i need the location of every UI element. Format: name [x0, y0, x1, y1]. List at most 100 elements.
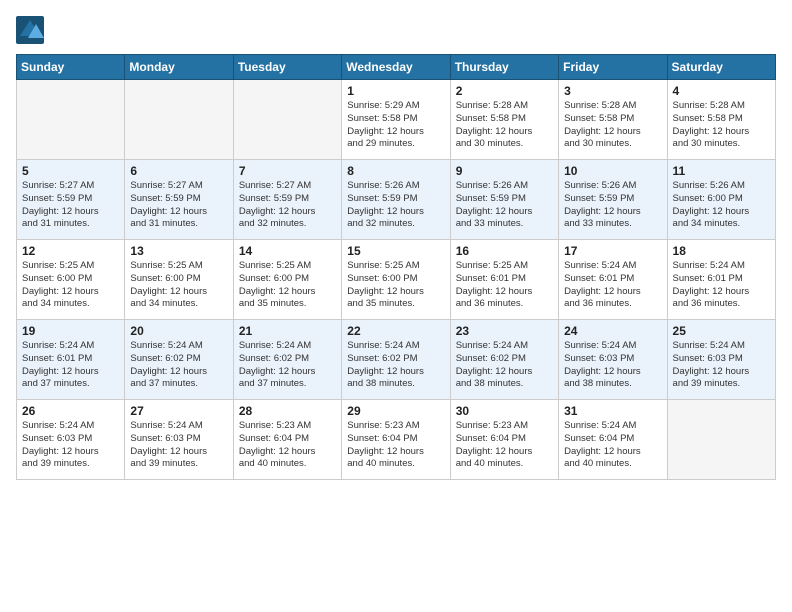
day-info: Sunrise: 5:24 AM Sunset: 6:01 PM Dayligh… — [564, 260, 661, 311]
day-info: Sunrise: 5:25 AM Sunset: 6:00 PM Dayligh… — [239, 260, 336, 311]
day-info: Sunrise: 5:24 AM Sunset: 6:03 PM Dayligh… — [130, 420, 227, 471]
calendar-cell: 30 Sunrise: 5:23 AM Sunset: 6:04 PM Dayli… — [450, 400, 558, 480]
day-info: Sunrise: 5:24 AM Sunset: 6:02 PM Dayligh… — [130, 340, 227, 391]
day-number: 15 — [347, 244, 444, 258]
weekday-header-tuesday: Tuesday — [233, 55, 341, 80]
calendar-cell: 23 Sunrise: 5:24 AM Sunset: 6:02 PM Dayli… — [450, 320, 558, 400]
day-number: 5 — [22, 164, 119, 178]
day-info: Sunrise: 5:26 AM Sunset: 5:59 PM Dayligh… — [456, 180, 553, 231]
calendar-cell: 24Sunrise: 5:24 AM Sunset: 6:03 PM Dayli… — [559, 320, 667, 400]
day-info: Sunrise: 5:23 AM Sunset: 6:04 PM Dayligh… — [347, 420, 444, 471]
day-info: Sunrise: 5:23 AM Sunset: 6:04 PM Dayligh… — [456, 420, 553, 471]
day-number: 19 — [22, 324, 119, 338]
day-number: 4 — [673, 84, 770, 98]
day-info: Sunrise: 5:24 AM Sunset: 6:02 PM Dayligh… — [456, 340, 553, 391]
day-number: 28 — [239, 404, 336, 418]
calendar-cell: 28 Sunrise: 5:23 AM Sunset: 6:04 PM Dayli… — [233, 400, 341, 480]
calendar-cell — [667, 400, 775, 480]
week-row-4: 19 Sunrise: 5:24 AM Sunset: 6:01 PM Dayli… — [17, 320, 776, 400]
calendar-cell: 17 Sunrise: 5:24 AM Sunset: 6:01 PM Dayli… — [559, 240, 667, 320]
week-row-3: 12Sunrise: 5:25 AM Sunset: 6:00 PM Dayli… — [17, 240, 776, 320]
calendar-cell: 13 Sunrise: 5:25 AM Sunset: 6:00 PM Dayli… — [125, 240, 233, 320]
logo-icon — [16, 16, 44, 44]
calendar-cell: 18Sunrise: 5:24 AM Sunset: 6:01 PM Dayli… — [667, 240, 775, 320]
calendar-table: SundayMondayTuesdayWednesdayThursdayFrid… — [16, 54, 776, 480]
calendar-cell: 1 Sunrise: 5:29 AM Sunset: 5:58 PM Daylig… — [342, 80, 450, 160]
day-info: Sunrise: 5:24 AM Sunset: 6:01 PM Dayligh… — [22, 340, 119, 391]
calendar-cell: 7 Sunrise: 5:27 AM Sunset: 5:59 PM Daylig… — [233, 160, 341, 240]
calendar-cell: 19 Sunrise: 5:24 AM Sunset: 6:01 PM Dayli… — [17, 320, 125, 400]
day-info: Sunrise: 5:23 AM Sunset: 6:04 PM Dayligh… — [239, 420, 336, 471]
weekday-header-thursday: Thursday — [450, 55, 558, 80]
day-number: 14 — [239, 244, 336, 258]
day-number: 25 — [673, 324, 770, 338]
day-number: 13 — [130, 244, 227, 258]
weekday-header-sunday: Sunday — [17, 55, 125, 80]
day-info: Sunrise: 5:29 AM Sunset: 5:58 PM Dayligh… — [347, 100, 444, 151]
day-number: 10 — [564, 164, 661, 178]
calendar-cell: 27 Sunrise: 5:24 AM Sunset: 6:03 PM Dayli… — [125, 400, 233, 480]
page-header — [16, 16, 776, 44]
calendar-cell — [17, 80, 125, 160]
day-info: Sunrise: 5:28 AM Sunset: 5:58 PM Dayligh… — [564, 100, 661, 151]
day-info: Sunrise: 5:26 AM Sunset: 5:59 PM Dayligh… — [347, 180, 444, 231]
day-info: Sunrise: 5:27 AM Sunset: 5:59 PM Dayligh… — [130, 180, 227, 231]
day-number: 27 — [130, 404, 227, 418]
day-number: 1 — [347, 84, 444, 98]
day-number: 17 — [564, 244, 661, 258]
calendar-cell: 6 Sunrise: 5:27 AM Sunset: 5:59 PM Daylig… — [125, 160, 233, 240]
calendar-cell: 14 Sunrise: 5:25 AM Sunset: 6:00 PM Dayli… — [233, 240, 341, 320]
day-number: 23 — [456, 324, 553, 338]
calendar-cell: 22Sunrise: 5:24 AM Sunset: 6:02 PM Dayli… — [342, 320, 450, 400]
calendar-cell: 25 Sunrise: 5:24 AM Sunset: 6:03 PM Dayli… — [667, 320, 775, 400]
week-row-1: 1 Sunrise: 5:29 AM Sunset: 5:58 PM Daylig… — [17, 80, 776, 160]
day-number: 16 — [456, 244, 553, 258]
day-info: Sunrise: 5:24 AM Sunset: 6:02 PM Dayligh… — [239, 340, 336, 391]
weekday-header-friday: Friday — [559, 55, 667, 80]
calendar-cell: 4 Sunrise: 5:28 AM Sunset: 5:58 PM Daylig… — [667, 80, 775, 160]
calendar-cell: 9 Sunrise: 5:26 AM Sunset: 5:59 PM Daylig… — [450, 160, 558, 240]
calendar-cell: 20Sunrise: 5:24 AM Sunset: 6:02 PM Dayli… — [125, 320, 233, 400]
day-info: Sunrise: 5:24 AM Sunset: 6:03 PM Dayligh… — [22, 420, 119, 471]
calendar-cell: 29Sunrise: 5:23 AM Sunset: 6:04 PM Dayli… — [342, 400, 450, 480]
day-number: 31 — [564, 404, 661, 418]
week-row-2: 5 Sunrise: 5:27 AM Sunset: 5:59 PM Daylig… — [17, 160, 776, 240]
day-info: Sunrise: 5:24 AM Sunset: 6:04 PM Dayligh… — [564, 420, 661, 471]
calendar-cell: 15 Sunrise: 5:25 AM Sunset: 6:00 PM Dayli… — [342, 240, 450, 320]
day-number: 8 — [347, 164, 444, 178]
day-info: Sunrise: 5:27 AM Sunset: 5:59 PM Dayligh… — [239, 180, 336, 231]
calendar-cell: 31 Sunrise: 5:24 AM Sunset: 6:04 PM Dayli… — [559, 400, 667, 480]
day-info: Sunrise: 5:28 AM Sunset: 5:58 PM Dayligh… — [673, 100, 770, 151]
day-number: 9 — [456, 164, 553, 178]
calendar-cell: 11Sunrise: 5:26 AM Sunset: 6:00 PM Dayli… — [667, 160, 775, 240]
day-info: Sunrise: 5:24 AM Sunset: 6:03 PM Dayligh… — [673, 340, 770, 391]
day-info: Sunrise: 5:25 AM Sunset: 6:00 PM Dayligh… — [347, 260, 444, 311]
day-number: 6 — [130, 164, 227, 178]
day-info: Sunrise: 5:25 AM Sunset: 6:00 PM Dayligh… — [22, 260, 119, 311]
day-number: 30 — [456, 404, 553, 418]
day-number: 26 — [22, 404, 119, 418]
calendar-cell: 8 Sunrise: 5:26 AM Sunset: 5:59 PM Daylig… — [342, 160, 450, 240]
week-row-5: 26 Sunrise: 5:24 AM Sunset: 6:03 PM Dayli… — [17, 400, 776, 480]
day-number: 2 — [456, 84, 553, 98]
calendar-cell: 26 Sunrise: 5:24 AM Sunset: 6:03 PM Dayli… — [17, 400, 125, 480]
calendar-cell — [233, 80, 341, 160]
day-number: 21 — [239, 324, 336, 338]
day-number: 3 — [564, 84, 661, 98]
day-number: 11 — [673, 164, 770, 178]
calendar-cell: 16 Sunrise: 5:25 AM Sunset: 6:01 PM Dayli… — [450, 240, 558, 320]
calendar-cell: 21 Sunrise: 5:24 AM Sunset: 6:02 PM Dayli… — [233, 320, 341, 400]
calendar-cell: 5Sunrise: 5:27 AM Sunset: 5:59 PM Daylig… — [17, 160, 125, 240]
calendar-cell: 10Sunrise: 5:26 AM Sunset: 5:59 PM Dayli… — [559, 160, 667, 240]
header-row: SundayMondayTuesdayWednesdayThursdayFrid… — [17, 55, 776, 80]
day-info: Sunrise: 5:25 AM Sunset: 6:01 PM Dayligh… — [456, 260, 553, 311]
calendar-cell: 2 Sunrise: 5:28 AM Sunset: 5:58 PM Daylig… — [450, 80, 558, 160]
day-info: Sunrise: 5:28 AM Sunset: 5:58 PM Dayligh… — [456, 100, 553, 151]
weekday-header-saturday: Saturday — [667, 55, 775, 80]
logo — [16, 16, 48, 44]
day-number: 22 — [347, 324, 444, 338]
weekday-header-monday: Monday — [125, 55, 233, 80]
day-number: 7 — [239, 164, 336, 178]
day-info: Sunrise: 5:25 AM Sunset: 6:00 PM Dayligh… — [130, 260, 227, 311]
calendar-cell — [125, 80, 233, 160]
